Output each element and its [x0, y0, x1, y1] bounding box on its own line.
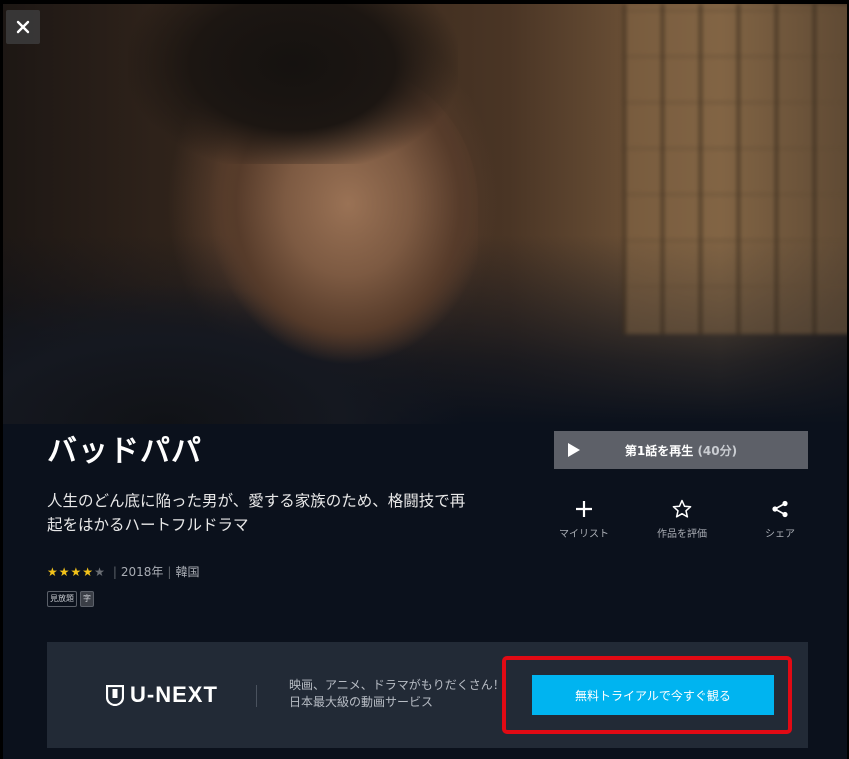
banner-text: 映画、アニメ、ドラマがもりだくさん！ 日本最大級の動画サービス [289, 677, 505, 711]
star-filled-icon: ★ [82, 564, 94, 579]
play-duration: (40分) [697, 443, 738, 458]
star-empty-icon: ★ [94, 564, 105, 579]
share-button[interactable]: シェア [750, 497, 810, 540]
rating-stars: ★ ★ ★ ★ ★ [47, 565, 105, 579]
star-filled-icon: ★ [70, 564, 82, 579]
unext-banner: U-NEXT 映画、アニメ、ドラマがもりだくさん！ 日本最大級の動画サービス 無… [47, 642, 808, 748]
star-filled-icon: ★ [47, 564, 58, 579]
rate-label: 作品を評価 [657, 529, 707, 540]
meta-separator: | [112, 564, 117, 579]
unext-logo: U-NEXT [106, 682, 218, 708]
banner-text-line1: 映画、アニメ、ドラマがもりだくさん！ [289, 678, 505, 692]
mylist-button[interactable]: マイリスト [554, 497, 614, 540]
badge-subtitle: 字 [80, 591, 94, 607]
action-row: マイリスト 作品を評価 シェア [554, 497, 810, 540]
unext-shield-icon [106, 684, 124, 706]
badges: 見放題 字 [47, 591, 94, 607]
star-filled-icon: ★ [58, 564, 70, 579]
banner-text-line2: 日本最大級の動画サービス [289, 695, 434, 709]
badge-unlimited: 見放題 [47, 591, 77, 607]
free-trial-button[interactable]: 無料トライアルで今すぐ観る [532, 675, 774, 715]
banner-divider [256, 685, 257, 707]
unext-logo-text: U-NEXT [130, 682, 218, 707]
rate-button[interactable]: 作品を評価 [652, 497, 712, 540]
close-button[interactable] [6, 10, 40, 44]
close-icon [16, 20, 30, 34]
share-icon [771, 497, 789, 521]
synopsis: 人生のどん底に陥った男が、愛する家族のため、格闘技で再起をはかるハートフルドラマ [47, 492, 466, 534]
share-label: シェア [765, 529, 795, 540]
mylist-label: マイリスト [559, 529, 609, 540]
release-year: 2018年 [120, 565, 164, 579]
country: 韓国 [175, 565, 200, 579]
hero-hair [128, 4, 458, 164]
meta-separator: | [167, 564, 172, 579]
page-title: バッドパパ [47, 434, 202, 469]
meta-row: ★ ★ ★ ★ ★ | 2018年 | 韓国 [47, 563, 199, 580]
hero-image [3, 4, 847, 424]
play-label: 第1話を再生 [624, 443, 694, 458]
play-episode-button[interactable]: 第1話を再生 (40分) [554, 431, 808, 469]
hero-background-wall [623, 4, 847, 334]
play-label-group: 第1話を再生 (40分) [554, 442, 808, 459]
star-outline-icon [672, 497, 692, 521]
plus-icon [575, 497, 593, 521]
